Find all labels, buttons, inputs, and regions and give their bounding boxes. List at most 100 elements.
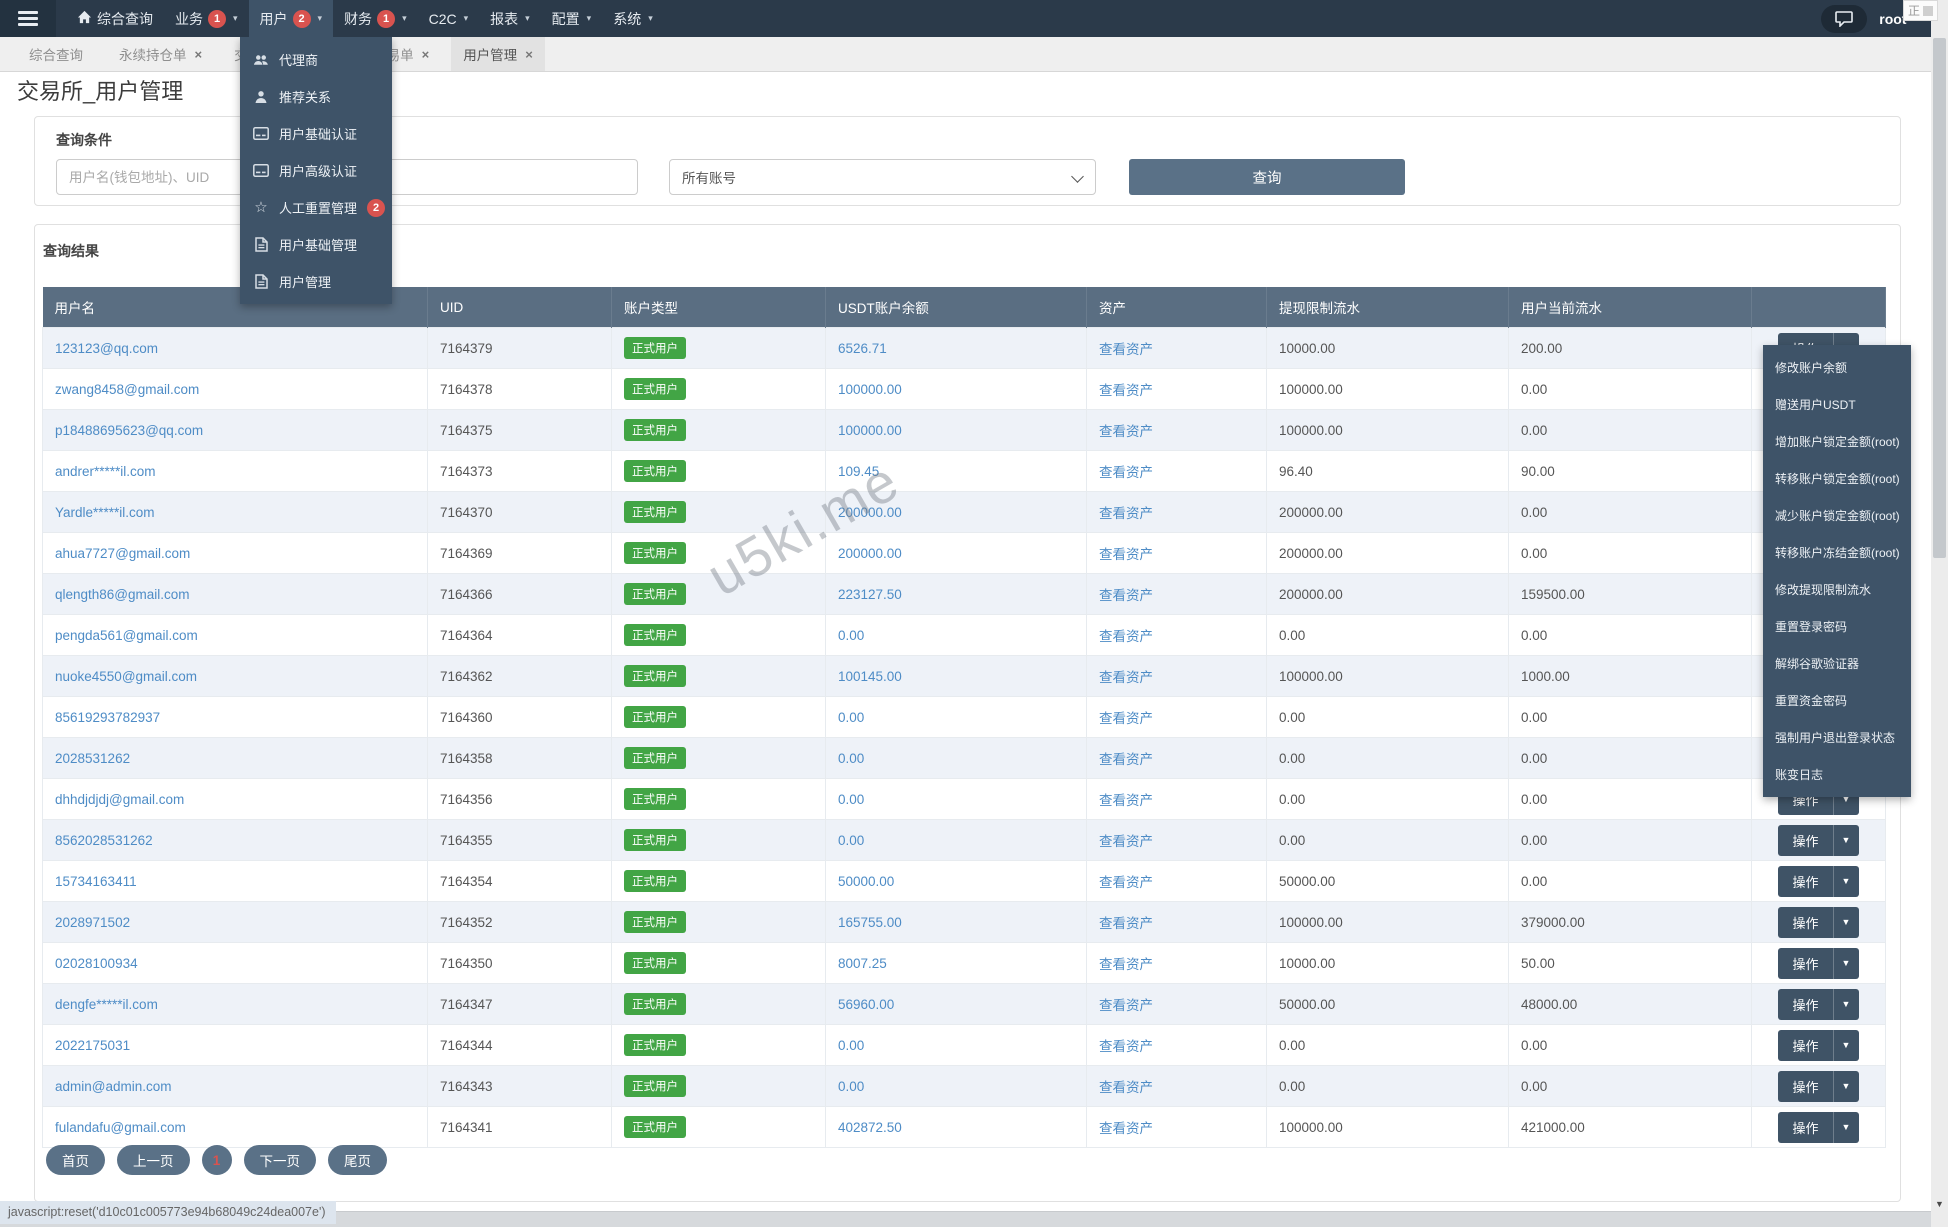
view-assets-link[interactable]: 查看资产 bbox=[1099, 875, 1153, 890]
view-assets-link[interactable]: 查看资产 bbox=[1099, 670, 1153, 685]
action-menu-item-add-locked-amount[interactable]: 增加账户锁定金额(root) bbox=[1763, 423, 1911, 460]
chevron-down-icon[interactable]: ▼ bbox=[1832, 906, 1859, 938]
chevron-down-icon[interactable]: ▼ bbox=[1832, 1029, 1859, 1061]
chevron-down-icon[interactable]: ▼ bbox=[1832, 824, 1859, 856]
view-assets-link[interactable]: 查看资产 bbox=[1099, 998, 1153, 1013]
user-menu-item-manual-reset[interactable]: ☆ 人工重置管理 2 bbox=[240, 189, 392, 226]
row-action-split-button[interactable]: 操作▼ bbox=[1778, 1029, 1859, 1061]
balance-link[interactable]: 6526.71 bbox=[838, 341, 887, 356]
view-assets-link[interactable]: 查看资产 bbox=[1099, 1039, 1153, 1054]
username-link[interactable]: 02028100934 bbox=[55, 956, 138, 971]
nav-item-business[interactable]: 业务 1 ▾ bbox=[164, 0, 249, 37]
view-assets-link[interactable]: 查看资产 bbox=[1099, 793, 1153, 808]
username-link[interactable]: 2028971502 bbox=[55, 915, 130, 930]
view-assets-link[interactable]: 查看资产 bbox=[1099, 1121, 1153, 1136]
view-assets-link[interactable]: 查看资产 bbox=[1099, 465, 1153, 480]
query-button[interactable]: 查询 bbox=[1129, 159, 1405, 195]
chevron-down-icon[interactable]: ▼ bbox=[1832, 988, 1859, 1020]
pagination-first[interactable]: 首页 bbox=[46, 1145, 105, 1175]
view-assets-link[interactable]: 查看资产 bbox=[1099, 752, 1153, 767]
action-menu-item-account-change-log[interactable]: 账变日志 bbox=[1763, 756, 1911, 793]
balance-link[interactable]: 8007.25 bbox=[838, 956, 887, 971]
username-link[interactable]: 123123@qq.com bbox=[55, 341, 158, 356]
nav-item-config[interactable]: 配置 ▾ bbox=[541, 0, 603, 37]
action-menu-item-transfer-locked-amount[interactable]: 转移账户锁定金额(root) bbox=[1763, 460, 1911, 497]
action-menu-item-modify-balance[interactable]: 修改账户余额 bbox=[1763, 349, 1911, 386]
username-link[interactable]: 2022175031 bbox=[55, 1038, 130, 1053]
username-link[interactable]: qlength86@gmail.com bbox=[55, 587, 190, 602]
pagination-page-1[interactable]: 1 bbox=[201, 1145, 232, 1175]
user-menu-item-user-mgmt[interactable]: 用户管理 bbox=[240, 263, 392, 300]
nav-item-report[interactable]: 报表 ▾ bbox=[479, 0, 541, 37]
balance-link[interactable]: 0.00 bbox=[838, 751, 864, 766]
view-assets-link[interactable]: 查看资产 bbox=[1099, 383, 1153, 398]
row-action-split-button[interactable]: 操作▼ bbox=[1778, 824, 1859, 856]
tab-overview[interactable]: 综合查询 bbox=[17, 37, 95, 71]
user-menu-item-agent[interactable]: 代理商 bbox=[240, 41, 392, 78]
vertical-scrollbar[interactable]: ▼ bbox=[1931, 0, 1948, 1227]
view-assets-link[interactable]: 查看资产 bbox=[1099, 916, 1153, 931]
chevron-down-icon[interactable]: ▼ bbox=[1832, 1070, 1859, 1102]
chevron-down-icon[interactable]: ▼ bbox=[1832, 1111, 1859, 1143]
action-button-label[interactable]: 操作 bbox=[1778, 1070, 1833, 1102]
balance-link[interactable]: 0.00 bbox=[838, 833, 864, 848]
row-action-split-button[interactable]: 操作▼ bbox=[1778, 865, 1859, 897]
action-button-label[interactable]: 操作 bbox=[1778, 824, 1833, 856]
user-menu-item-referral[interactable]: 推荐关系 bbox=[240, 78, 392, 115]
username-link[interactable]: p18488695623@qq.com bbox=[55, 423, 203, 438]
action-button-label[interactable]: 操作 bbox=[1778, 865, 1833, 897]
balance-link[interactable]: 0.00 bbox=[838, 628, 864, 643]
balance-link[interactable]: 0.00 bbox=[838, 1079, 864, 1094]
view-assets-link[interactable]: 查看资产 bbox=[1099, 711, 1153, 726]
nav-item-system[interactable]: 系统 ▾ bbox=[602, 0, 664, 37]
view-assets-link[interactable]: 查看资产 bbox=[1099, 588, 1153, 603]
balance-link[interactable]: 0.00 bbox=[838, 1038, 864, 1053]
action-menu-item-transfer-frozen-amount[interactable]: 转移账户冻结金额(root) bbox=[1763, 534, 1911, 571]
user-menu-item-basic-kyc[interactable]: 用户基础认证 bbox=[240, 115, 392, 152]
nav-item-overview[interactable]: 综合查询 bbox=[66, 0, 164, 37]
username-link[interactable]: Yardle*****il.com bbox=[55, 505, 155, 520]
username-link[interactable]: nuoke4550@gmail.com bbox=[55, 669, 197, 684]
balance-link[interactable]: 56960.00 bbox=[838, 997, 894, 1012]
chevron-down-icon[interactable]: ▼ bbox=[1832, 947, 1859, 979]
username-link[interactable]: 8562028531262 bbox=[55, 833, 153, 848]
username-link[interactable]: zwang8458@gmail.com bbox=[55, 382, 199, 397]
nav-item-c2c[interactable]: C2C ▾ bbox=[418, 0, 480, 37]
balance-link[interactable]: 165755.00 bbox=[838, 915, 902, 930]
row-action-split-button[interactable]: 操作▼ bbox=[1778, 1070, 1859, 1102]
row-action-split-button[interactable]: 操作▼ bbox=[1778, 906, 1859, 938]
username-link[interactable]: ahua7727@gmail.com bbox=[55, 546, 190, 561]
chevron-down-icon[interactable]: ▼ bbox=[1832, 865, 1859, 897]
balance-link[interactable]: 0.00 bbox=[838, 710, 864, 725]
action-button-label[interactable]: 操作 bbox=[1778, 988, 1833, 1020]
balance-link[interactable]: 109.45 bbox=[838, 464, 879, 479]
scrollbar-down-arrow[interactable]: ▼ bbox=[1931, 1196, 1948, 1212]
pagination-prev[interactable]: 上一页 bbox=[117, 1145, 190, 1175]
balance-link[interactable]: 100000.00 bbox=[838, 423, 902, 438]
username-link[interactable]: 85619293782937 bbox=[55, 710, 160, 725]
username-link[interactable]: pengda561@gmail.com bbox=[55, 628, 198, 643]
action-menu-item-unbind-google-auth[interactable]: 解绑谷歌验证器 bbox=[1763, 645, 1911, 682]
view-assets-link[interactable]: 查看资产 bbox=[1099, 424, 1153, 439]
row-action-split-button[interactable]: 操作▼ bbox=[1778, 1111, 1859, 1143]
row-action-split-button[interactable]: 操作▼ bbox=[1778, 947, 1859, 979]
balance-link[interactable]: 200000.00 bbox=[838, 505, 902, 520]
view-assets-link[interactable]: 查看资产 bbox=[1099, 1080, 1153, 1095]
scrollbar-thumb[interactable] bbox=[1933, 38, 1946, 558]
balance-link[interactable]: 100000.00 bbox=[838, 382, 902, 397]
tab-user-management[interactable]: 用户管理 × bbox=[451, 37, 545, 71]
action-menu-item-reduce-locked-amount[interactable]: 减少账户锁定金额(root) bbox=[1763, 497, 1911, 534]
action-button-label[interactable]: 操作 bbox=[1778, 906, 1833, 938]
view-assets-link[interactable]: 查看资产 bbox=[1099, 342, 1153, 357]
balance-link[interactable]: 50000.00 bbox=[838, 874, 894, 889]
nav-item-finance[interactable]: 财务 1 ▾ bbox=[333, 0, 418, 37]
close-icon[interactable]: × bbox=[195, 47, 203, 62]
close-icon[interactable]: × bbox=[525, 47, 533, 62]
tab-perpetual-positions[interactable]: 永续持仓单 × bbox=[107, 37, 214, 71]
username-link[interactable]: 2028531262 bbox=[55, 751, 130, 766]
pagination-last[interactable]: 尾页 bbox=[328, 1145, 387, 1175]
sidebar-toggle-button[interactable] bbox=[0, 0, 56, 37]
messages-button[interactable] bbox=[1821, 4, 1868, 33]
username-link[interactable]: fulandafu@gmail.com bbox=[55, 1120, 186, 1135]
action-menu-item-modify-withdraw-flow[interactable]: 修改提现限制流水 bbox=[1763, 571, 1911, 608]
